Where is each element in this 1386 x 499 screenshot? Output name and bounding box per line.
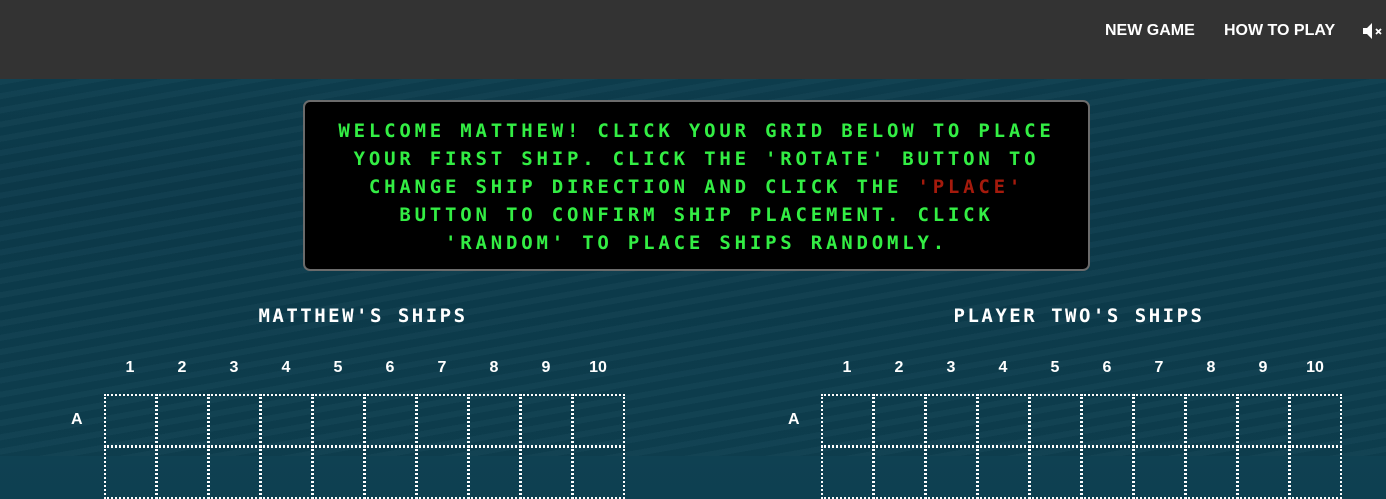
row-label: A — [788, 411, 800, 428]
column-label: 10 — [1306, 359, 1324, 376]
player-one-grid-cell[interactable] — [312, 394, 365, 447]
column-label: 6 — [385, 359, 395, 376]
column-label: 6 — [1102, 359, 1112, 376]
player-two-grid-cell[interactable] — [873, 446, 926, 499]
message-text: CHANGE SHIP DIRECTION AND CLICK THE — [368, 176, 918, 198]
player-one-grid-cell[interactable] — [572, 446, 625, 499]
column-label: 8 — [1206, 359, 1216, 376]
row-label: A — [71, 411, 83, 428]
column-label: 5 — [1050, 359, 1060, 376]
player-one-grid-cell[interactable] — [104, 394, 157, 447]
player-one-grid-cell[interactable] — [572, 394, 625, 447]
message-line: BUTTON TO CONFIRM SHIP PLACEMENT. CLICK — [399, 204, 994, 226]
how-to-play-button[interactable]: HOW TO PLAY — [1224, 22, 1335, 40]
instruction-message-box: WELCOME MATTHEW! CLICK YOUR GRID BELOW T… — [303, 100, 1090, 271]
player-two-grid-cell[interactable] — [925, 446, 978, 499]
message-line: YOUR FIRST SHIP. CLICK THE 'ROTATE' BUTT… — [353, 148, 1040, 170]
player-two-grid-cell[interactable] — [1133, 446, 1186, 499]
player-one-grid-cell[interactable] — [208, 446, 261, 499]
player-two-grid-cell[interactable] — [1237, 446, 1290, 499]
player-two-grid-cell[interactable] — [1289, 446, 1342, 499]
place-highlight: 'PLACE' — [917, 176, 1025, 198]
column-label: 1 — [842, 359, 852, 376]
player-two-grid-cell[interactable] — [873, 394, 926, 447]
player-one-grid-cell[interactable] — [312, 446, 365, 499]
column-label: 9 — [1258, 359, 1268, 376]
player-two-grid-cell[interactable] — [1185, 446, 1238, 499]
player-one-grid-cell[interactable] — [260, 394, 313, 447]
column-label: 7 — [1154, 359, 1164, 376]
player-one-grid-cell[interactable] — [156, 446, 209, 499]
player-one-grid-cell[interactable] — [416, 446, 469, 499]
player-one-grid-cell[interactable] — [520, 394, 573, 447]
player-one-grid-cell[interactable] — [468, 446, 521, 499]
column-label: 4 — [281, 359, 291, 376]
player-two-grid-cell[interactable] — [1289, 394, 1342, 447]
column-label: 2 — [894, 359, 904, 376]
player-two-grid-cell[interactable] — [977, 446, 1030, 499]
player-two-grid-cell[interactable] — [977, 394, 1030, 447]
player-one-grid-cell[interactable] — [364, 394, 417, 447]
player-two-grid-cell[interactable] — [821, 446, 874, 499]
column-label: 9 — [541, 359, 551, 376]
column-label: 10 — [589, 359, 607, 376]
message-line: WELCOME MATTHEW! CLICK YOUR GRID BELOW T… — [338, 120, 1055, 142]
message-line: CHANGE SHIP DIRECTION AND CLICK THE 'PLA… — [305, 173, 1088, 201]
player-one-grid-cell[interactable] — [156, 394, 209, 447]
player-two-grid-cell[interactable] — [1081, 394, 1134, 447]
column-label: 2 — [177, 359, 187, 376]
column-label: 8 — [489, 359, 499, 376]
player-two-board-title: PLAYER TWO'S SHIPS — [953, 305, 1205, 327]
player-one-grid-cell[interactable] — [208, 394, 261, 447]
player-one-grid-cell[interactable] — [364, 446, 417, 499]
player-one-grid-cell[interactable] — [520, 446, 573, 499]
column-label: 3 — [229, 359, 239, 376]
column-label: 7 — [437, 359, 447, 376]
speaker-muted-icon[interactable] — [1362, 20, 1386, 42]
column-label: 4 — [998, 359, 1008, 376]
player-one-board-title: MATTHEW'S SHIPS — [258, 305, 468, 327]
new-game-button[interactable]: NEW GAME — [1105, 22, 1195, 40]
player-one-grid-cell[interactable] — [104, 446, 157, 499]
column-label: 1 — [125, 359, 135, 376]
player-one-grid-cell[interactable] — [260, 446, 313, 499]
top-navigation-bar: NEW GAME HOW TO PLAY — [0, 0, 1386, 79]
player-two-grid-cell[interactable] — [1029, 446, 1082, 499]
column-label: 5 — [333, 359, 343, 376]
player-two-grid-cell[interactable] — [1133, 394, 1186, 447]
player-two-grid-cell[interactable] — [925, 394, 978, 447]
player-one-grid-cell[interactable] — [468, 394, 521, 447]
player-one-grid-cell[interactable] — [416, 394, 469, 447]
player-two-grid-cell[interactable] — [821, 394, 874, 447]
player-two-grid-cell[interactable] — [1237, 394, 1290, 447]
column-label: 3 — [946, 359, 956, 376]
player-two-grid-cell[interactable] — [1081, 446, 1134, 499]
player-two-grid-cell[interactable] — [1029, 394, 1082, 447]
message-line: 'RANDOM' TO PLACE SHIPS RANDOMLY. — [445, 232, 948, 254]
player-two-grid-cell[interactable] — [1185, 394, 1238, 447]
